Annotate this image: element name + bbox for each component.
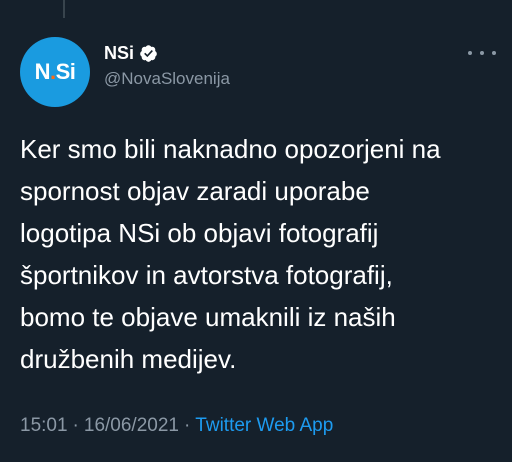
author-names: NSi @NovaSlovenija <box>104 41 230 89</box>
tweet-meta: 15:01 · 16/06/2021 · Twitter Web App <box>20 415 333 437</box>
more-dot <box>480 51 484 55</box>
tweet-text: Ker smo bili naknadno opozorjeni na spor… <box>20 134 441 374</box>
tweet-source-link[interactable]: Twitter Web App <box>195 415 333 436</box>
author-handle[interactable]: @NovaSlovenija <box>104 69 230 89</box>
more-dot <box>492 51 496 55</box>
display-name-row: NSi <box>104 41 230 65</box>
verified-badge-icon <box>140 44 157 62</box>
more-dot <box>468 51 472 55</box>
tweet-time[interactable]: 15:01 <box>20 415 68 436</box>
avatar[interactable]: N.Si <box>20 37 90 107</box>
tweet-date[interactable]: 16/06/2021 <box>84 415 179 436</box>
avatar-logo-text: N.Si <box>34 59 76 84</box>
meta-separator: · <box>72 415 79 436</box>
more-options-icon[interactable] <box>468 45 496 61</box>
display-name[interactable]: NSi <box>104 43 134 64</box>
meta-separator: · <box>183 415 191 436</box>
tweet-header: N.Si NSi @NovaSlovenija <box>20 37 496 107</box>
thread-connector-line <box>63 0 65 18</box>
